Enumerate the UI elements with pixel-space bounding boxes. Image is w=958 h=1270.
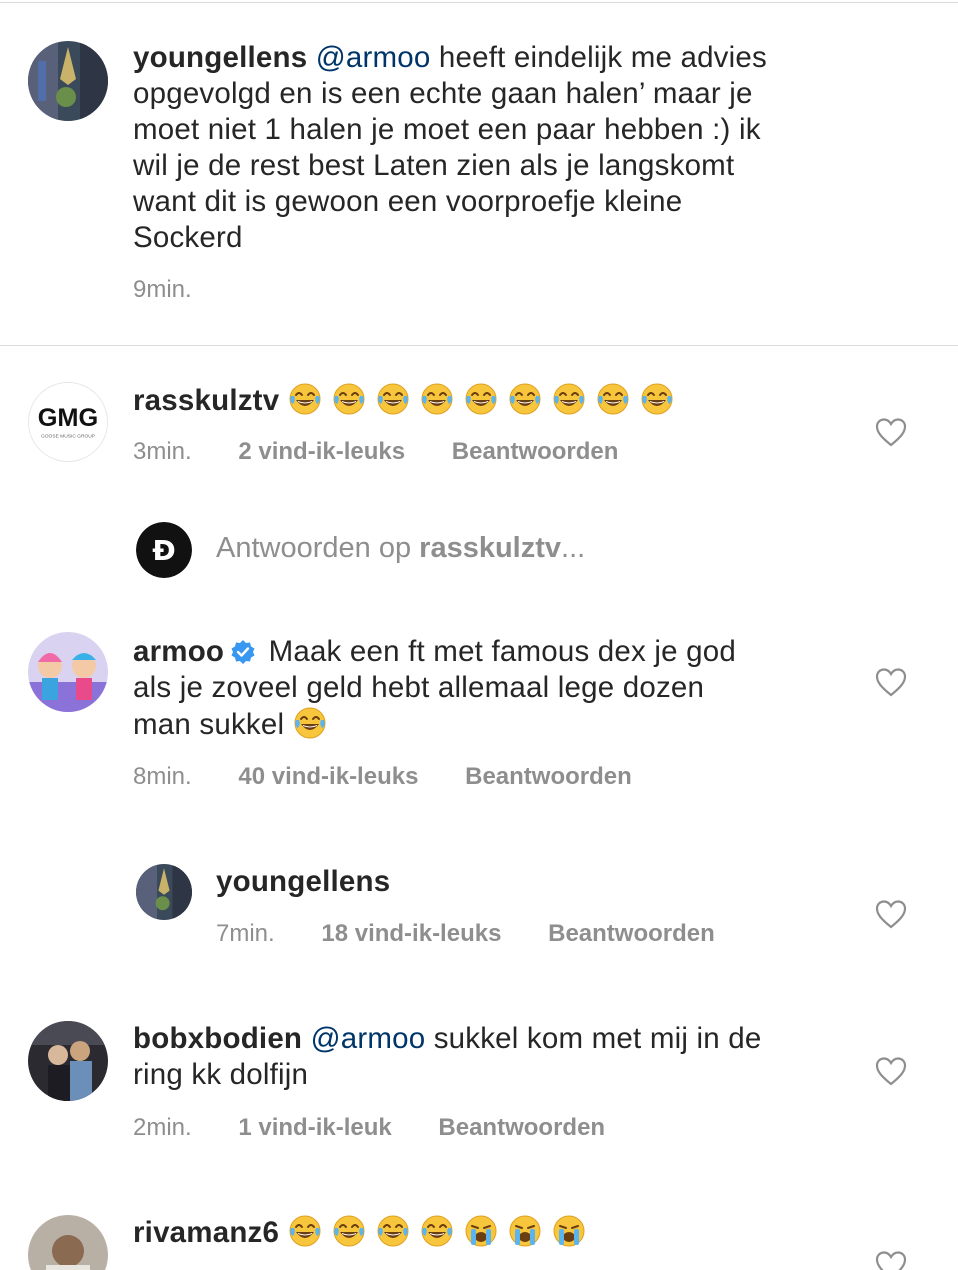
avatar-youngellens[interactable] xyxy=(28,41,108,121)
laugh-cry-emoji-icon xyxy=(288,382,322,416)
avatar-logo-subtext: GOOSE MUSIC GROUP xyxy=(41,434,95,440)
avatar-rivamanz6[interactable] xyxy=(28,1215,108,1270)
loud-cry-emoji-icon xyxy=(508,1214,542,1248)
comment-text-line: wil je de rest best Laten zien als je la… xyxy=(133,149,735,182)
comment-meta: 3min. 2 vind-ik-leuks Beantwoorden xyxy=(133,438,618,466)
laugh-cry-emoji-icon xyxy=(420,1214,454,1248)
avatar-image xyxy=(28,41,108,121)
avatar-bobxbodien[interactable] xyxy=(28,1021,108,1101)
comment-text-line: Sockerd xyxy=(133,221,243,254)
comment-meta: 7min. 18 vind-ik-leuks Beantwoorden xyxy=(216,920,715,948)
caption-divider xyxy=(0,345,958,346)
like-heart-icon[interactable] xyxy=(875,667,907,697)
comment-text-line: als je zoveel geld hebt allemaal lege do… xyxy=(133,671,705,704)
comment-time: 7min. xyxy=(216,920,275,947)
comment-meta: 8min. 40 vind-ik-leuks Beantwoorden xyxy=(133,763,632,791)
laugh-cry-emoji-icon xyxy=(464,382,498,416)
reply-input-prefix: Antwoorden op xyxy=(216,532,420,564)
reply-button[interactable]: Beantwoorden xyxy=(465,763,632,791)
avatar-rasskulztv[interactable]: GMG GOOSE MUSIC GROUP xyxy=(28,382,108,462)
like-heart-icon[interactable] xyxy=(875,1250,907,1270)
verified-badge-icon xyxy=(230,639,256,665)
comment-time: 3min. xyxy=(133,438,192,465)
comment-likes[interactable]: 2 vind-ik-leuks xyxy=(238,438,405,466)
comment-username[interactable]: bobxbodien xyxy=(133,1022,302,1055)
comment-body: bobxbodien @armoo sukkel kom met mij in … xyxy=(133,1021,833,1093)
comment-text-line: sukkel kom met mij in de xyxy=(425,1022,762,1055)
laugh-cry-emoji-icon xyxy=(640,382,674,416)
comment-text-line: man sukkel xyxy=(133,708,293,741)
svg-text:Ð: Ð xyxy=(152,534,175,567)
reply-button[interactable]: Beantwoorden xyxy=(548,920,715,948)
avatar-logo-text: GMG xyxy=(38,404,99,432)
laugh-cry-emoji-icon xyxy=(332,1214,366,1248)
comment-username[interactable]: rasskulztv xyxy=(133,384,279,417)
loud-cry-emoji-icon xyxy=(464,1214,498,1248)
comment-username[interactable]: armoo xyxy=(133,635,224,668)
comment-time: 9min. xyxy=(133,276,192,303)
reply-input-user: rasskulztv xyxy=(419,532,562,564)
comment-username[interactable]: rivamanz6 xyxy=(133,1216,279,1249)
like-heart-icon[interactable] xyxy=(875,417,907,447)
comment-time: 2min. xyxy=(133,1114,192,1141)
avatar-armoo[interactable] xyxy=(28,632,108,712)
comment-text-line: opgevolgd en is een echte gaan halen’ ma… xyxy=(133,77,753,110)
reply-input-suffix: ... xyxy=(561,532,586,564)
like-heart-icon[interactable] xyxy=(875,899,907,929)
loud-cry-emoji-icon xyxy=(552,1214,586,1248)
avatar-image xyxy=(136,864,192,920)
comment-text-line: moet niet 1 halen je moet een paar hebbe… xyxy=(133,113,761,146)
like-heart-icon[interactable] xyxy=(875,1056,907,1086)
top-divider xyxy=(0,2,958,3)
laugh-cry-emoji-icon xyxy=(376,382,410,416)
comment-body: rivamanz6 xyxy=(133,1214,586,1251)
laugh-cry-emoji-icon xyxy=(552,382,586,416)
comment-likes[interactable]: 18 vind-ik-leuks xyxy=(321,920,501,948)
emoji-row xyxy=(288,1214,586,1249)
comment-mention[interactable]: @armoo xyxy=(316,41,431,74)
laugh-cry-emoji-icon xyxy=(332,382,366,416)
laugh-cry-emoji-icon xyxy=(596,382,630,416)
comment-body: youngellens xyxy=(216,864,390,900)
comment-meta: 2min. 1 vind-ik-leuk Beantwoorden xyxy=(133,1114,605,1142)
reply-button[interactable]: Beantwoorden xyxy=(452,438,619,466)
laugh-cry-emoji-icon xyxy=(293,706,327,740)
comment-body: rasskulztv xyxy=(133,382,674,419)
avatar-image xyxy=(28,1021,108,1101)
comment-text-line: want dit is gewoon een voorproefje klein… xyxy=(133,185,683,218)
comment-body: armoo Maak een ft met famous dex je god … xyxy=(133,634,833,743)
comment-meta: 9min. xyxy=(133,276,192,304)
comment-mention[interactable]: @armoo xyxy=(311,1022,426,1055)
reply-input-avatar: Ð xyxy=(136,522,192,578)
emoji-row xyxy=(288,382,674,417)
comment-body: youngellens @armoo heeft eindelijk me ad… xyxy=(133,40,833,256)
comment-text-line: Maak een ft met famous dex je god xyxy=(260,635,736,668)
comment-likes[interactable]: 40 vind-ik-leuks xyxy=(238,763,418,791)
comment-text-line: heeft eindelijk me advies xyxy=(430,41,767,74)
laugh-cry-emoji-icon xyxy=(420,382,454,416)
comment-username[interactable]: youngellens xyxy=(216,865,390,898)
reply-input[interactable]: Antwoorden op rasskulztv... xyxy=(216,532,585,565)
avatar-image: GMG GOOSE MUSIC GROUP xyxy=(29,383,107,461)
comment-username[interactable]: youngellens xyxy=(133,41,307,74)
laugh-cry-emoji-icon xyxy=(288,1214,322,1248)
avatar-image xyxy=(28,1215,108,1270)
laugh-cry-emoji-icon xyxy=(508,382,542,416)
reply-button[interactable]: Beantwoorden xyxy=(438,1114,605,1142)
comment-likes[interactable]: 1 vind-ik-leuk xyxy=(238,1114,391,1142)
avatar-youngellens-reply[interactable] xyxy=(136,864,192,920)
comment-time: 8min. xyxy=(133,763,192,790)
comment-text-line: ring kk dolfijn xyxy=(133,1058,309,1091)
avatar-image xyxy=(28,632,108,712)
laugh-cry-emoji-icon xyxy=(376,1214,410,1248)
